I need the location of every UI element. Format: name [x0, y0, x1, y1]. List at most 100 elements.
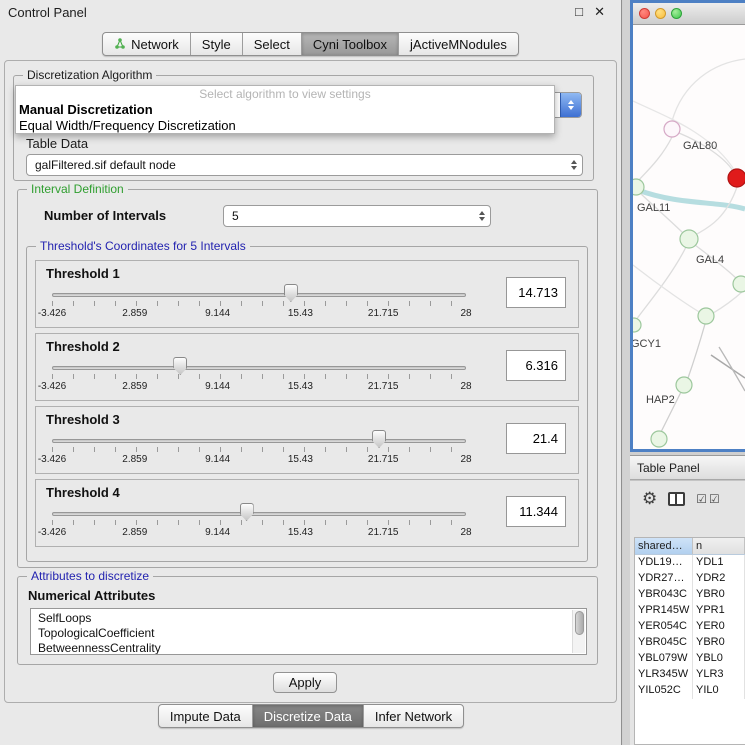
network-node[interactable] [633, 318, 641, 332]
network-node-label: HAP2 [646, 394, 675, 406]
network-node[interactable] [676, 377, 692, 393]
list-item[interactable]: BetweennessCentrality [31, 641, 586, 655]
select-none-icon[interactable]: ☑ [709, 492, 720, 506]
network-node-label: GAL11 [637, 202, 670, 214]
number-of-intervals-dropdown[interactable]: 5 [223, 205, 491, 227]
list-item[interactable]: SelfLoops [31, 611, 586, 626]
table-cell: YBR045C [635, 635, 693, 651]
table-row[interactable]: YBR045CYBR0 [635, 635, 745, 651]
network-canvas[interactable]: GAL80GAL11GAL4GCY1HAP2 [633, 25, 745, 449]
network-node[interactable] [698, 308, 714, 324]
column-header[interactable]: shared… [635, 538, 693, 554]
slider-track[interactable] [52, 512, 466, 516]
network-node[interactable] [680, 230, 698, 248]
threshold-panel-3: Threshold 3-3.4262.8599.14415.4321.71528… [35, 406, 579, 474]
slider-tick-label: 2.859 [122, 527, 147, 538]
slider-thumb[interactable] [173, 357, 187, 375]
dropdown-option[interactable]: Manual Discretization [16, 102, 554, 118]
discretization-group-title: Discretization Algorithm [23, 68, 156, 82]
minimize-traffic-light-icon[interactable] [655, 8, 666, 19]
network-edge [719, 347, 745, 391]
node-table: shared…n YDL19…YDL1YDR27…YDR2YBR043CYBR0… [634, 537, 745, 745]
select-all-icon[interactable]: ☑ [696, 492, 707, 506]
list-scrollbar[interactable] [572, 610, 585, 653]
threshold-list: Threshold 1-3.4262.8599.14415.4321.71528… [27, 260, 587, 552]
column-header[interactable]: n [693, 538, 745, 554]
slider-tick-label: 28 [460, 381, 471, 392]
network-node[interactable] [733, 276, 745, 292]
table-row[interactable]: YLR345WYLR3 [635, 667, 745, 683]
table-row[interactable]: YDL19…YDL1 [635, 555, 745, 571]
slider-ticks-icon [52, 374, 466, 379]
dropdown-option[interactable]: Equal Width/Frequency Discretization [16, 118, 554, 134]
threshold-value-field[interactable]: 11.344 [506, 496, 566, 527]
threshold-slider[interactable]: -3.4262.8599.14415.4321.71528 [52, 356, 466, 396]
slider-thumb[interactable] [284, 284, 298, 302]
network-node[interactable] [664, 121, 680, 137]
columns-icon[interactable] [668, 492, 685, 506]
slider-thumb[interactable] [372, 430, 386, 448]
slider-track[interactable] [52, 293, 466, 297]
tab-label: Impute Data [170, 709, 241, 724]
table-panel-title: Table Panel [630, 455, 745, 480]
list-item[interactable]: TopologicalCoefficient [31, 626, 586, 641]
combo-arrows-icon [565, 155, 582, 175]
table-cell: YDR27… [635, 571, 693, 587]
table-cell: YER0 [693, 619, 745, 635]
table-cell: YBR0 [693, 587, 745, 603]
numerical-attributes-label: Numerical Attributes [28, 588, 155, 603]
threshold-slider[interactable]: -3.4262.8599.14415.4321.71528 [52, 502, 466, 542]
network-node[interactable] [651, 431, 667, 447]
tab-select[interactable]: Select [243, 33, 302, 55]
table-row[interactable]: YPR145WYPR1 [635, 603, 745, 619]
dropdown-placeholder: Select algorithm to view settings [16, 87, 554, 102]
tab-cyni-toolbox[interactable]: Cyni Toolbox [302, 33, 399, 55]
tab-style[interactable]: Style [191, 33, 243, 55]
network-edge [638, 137, 672, 181]
table-row[interactable]: YBR043CYBR0 [635, 587, 745, 603]
threshold-value-field[interactable]: 14.713 [506, 277, 566, 308]
scrollbar-thumb[interactable] [575, 611, 584, 635]
tab-jactivemnodules[interactable]: jActiveMNodules [399, 33, 518, 55]
bottom-tab-bar: Impute Data Discretize DataInfer Network [158, 704, 464, 728]
table-cell: YIL0 [693, 683, 745, 699]
table-cell: YDR2 [693, 571, 745, 587]
network-edge [633, 265, 701, 313]
close-window-icon[interactable]: ✕ [594, 4, 605, 20]
threshold-slider[interactable]: -3.4262.8599.14415.4321.71528 [52, 283, 466, 323]
close-traffic-light-icon[interactable] [639, 8, 650, 19]
slider-tick-label: 15.43 [288, 308, 313, 319]
table-row[interactable]: YIL052CYIL0 [635, 683, 745, 699]
slider-track[interactable] [52, 439, 466, 443]
network-node[interactable] [633, 179, 644, 195]
table-row[interactable]: YDR27…YDR2 [635, 571, 745, 587]
threshold-panel-1: Threshold 1-3.4262.8599.14415.4321.71528… [35, 260, 579, 328]
gear-icon[interactable]: ⚙ [642, 489, 657, 509]
threshold-value-field[interactable]: 21.4 [506, 423, 566, 454]
threshold-slider[interactable]: -3.4262.8599.14415.4321.71528 [52, 429, 466, 469]
network-edge [636, 247, 686, 320]
apply-button[interactable]: Apply [273, 672, 337, 693]
slider-track[interactable] [52, 366, 466, 370]
slider-tick-label: 15.43 [288, 381, 313, 392]
threshold-value-field[interactable]: 6.316 [506, 350, 566, 381]
float-window-icon[interactable]: □ [575, 4, 583, 19]
thresholds-group: Threshold's Coordinates for 5 Intervals … [26, 246, 588, 562]
zoom-traffic-light-icon[interactable] [671, 8, 682, 19]
table-header-row: shared…n [635, 538, 745, 555]
tab-label: Cyni Toolbox [313, 37, 387, 52]
slider-tick-label: -3.426 [38, 308, 66, 319]
table-row[interactable]: YER054CYER0 [635, 619, 745, 635]
table-row[interactable]: YBL079WYBL0 [635, 651, 745, 667]
slider-thumb[interactable] [240, 503, 254, 521]
network-graph: GAL80GAL11GAL4GCY1HAP2 [633, 25, 745, 449]
tab-network[interactable]: Network [103, 33, 191, 55]
table-data-dropdown[interactable]: galFiltered.sif default node [26, 154, 583, 176]
network-window-titlebar [633, 3, 745, 25]
network-node[interactable] [728, 169, 745, 187]
tab-impute-data[interactable]: Impute Data [159, 705, 253, 727]
tab-discretize-data[interactable]: Discretize Data [253, 705, 364, 727]
table-cell: YPR1 [693, 603, 745, 619]
tab-infer-network[interactable]: Infer Network [364, 705, 463, 727]
panel-divider[interactable] [623, 0, 630, 745]
